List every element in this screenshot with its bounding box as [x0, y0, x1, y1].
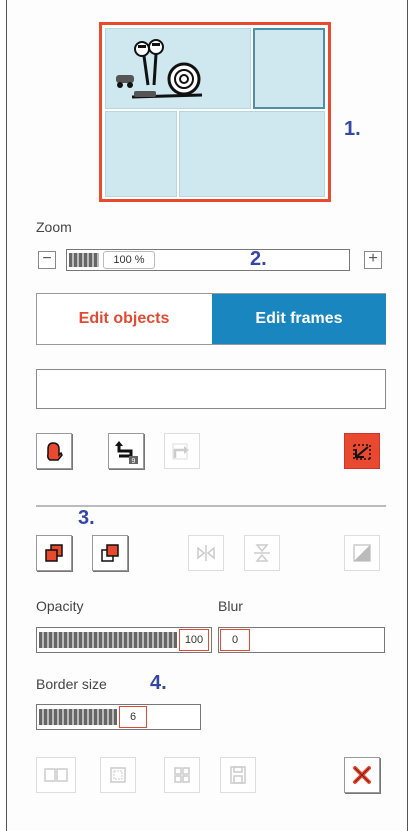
mode-toggle: Edit objects Edit frames: [36, 293, 386, 345]
text-input[interactable]: [36, 369, 386, 409]
undo-icon: 9: [115, 441, 138, 464]
delete-button[interactable]: [344, 757, 380, 793]
blur-value: 0: [220, 629, 250, 651]
annotation-1: 1.: [344, 118, 361, 140]
blur-slider[interactable]: 0: [218, 627, 385, 653]
annotation-4: 4.: [150, 672, 167, 694]
crop-frame-button[interactable]: [344, 433, 380, 469]
crop-frame-icon: [353, 444, 371, 460]
opacity-label: Opacity: [36, 598, 84, 614]
send-backward-button[interactable]: [92, 535, 128, 571]
annotation-3: 3.: [78, 507, 95, 529]
flip-horizontal-icon: [197, 545, 215, 561]
zoom-slider-fill: [69, 253, 99, 267]
zoom-slider[interactable]: 100 %: [66, 249, 350, 271]
layout-two-button[interactable]: [36, 757, 76, 793]
edit-objects-button[interactable]: Edit objects: [37, 294, 211, 344]
glove-icon: [47, 442, 63, 461]
send-backward-icon: [101, 544, 119, 562]
blur-label: Blur: [218, 598, 243, 614]
layout-two-icon: [44, 768, 68, 782]
layout-grid-icon: [174, 767, 190, 783]
border-size-value: 6: [119, 706, 147, 728]
delete-icon: [353, 766, 371, 784]
redo-button[interactable]: [164, 433, 200, 469]
layout-single-icon: [110, 767, 126, 783]
edit-frames-button[interactable]: Edit frames: [212, 294, 386, 344]
frame-cell-2[interactable]: [253, 28, 325, 109]
annotation-2: 2.: [250, 248, 267, 270]
redo-icon: [172, 443, 189, 460]
gradient-button[interactable]: [344, 535, 380, 571]
opacity-slider-fill: [39, 632, 177, 648]
svg-text:9: 9: [132, 458, 136, 464]
bring-forward-icon: [45, 544, 63, 562]
zoom-out-button[interactable]: −: [38, 251, 56, 269]
zoom-in-button[interactable]: +: [364, 251, 382, 269]
layout-grid-button[interactable]: [164, 757, 200, 793]
flip-vertical-icon: [254, 544, 270, 562]
editor-panel: 1. Zoom − 100 % 2. + Edit objects Edit f…: [6, 0, 408, 831]
save-icon: [230, 766, 246, 784]
frame-cell-1[interactable]: [105, 28, 251, 109]
bring-forward-button[interactable]: [36, 535, 72, 571]
gradient-icon: [353, 544, 371, 562]
layout-single-button[interactable]: [100, 757, 136, 793]
zoom-label: Zoom: [36, 219, 72, 235]
save-button[interactable]: [220, 757, 256, 793]
snail-illustration: [116, 39, 203, 99]
border-size-label: Border size: [36, 676, 107, 692]
frame-cell-3[interactable]: [105, 111, 177, 197]
frame-preview: [99, 22, 331, 202]
zoom-value: 100 %: [103, 251, 155, 269]
opacity-value: 100: [179, 629, 209, 651]
flip-horizontal-button[interactable]: [188, 535, 224, 571]
border-size-slider-fill: [39, 709, 117, 725]
undo-button[interactable]: 9: [108, 433, 144, 469]
frame-cell-4[interactable]: [179, 111, 325, 197]
flip-vertical-button[interactable]: [244, 535, 280, 571]
border-size-slider[interactable]: 6: [36, 704, 201, 730]
opacity-slider[interactable]: 100: [36, 627, 212, 653]
glove-button[interactable]: [36, 433, 72, 469]
